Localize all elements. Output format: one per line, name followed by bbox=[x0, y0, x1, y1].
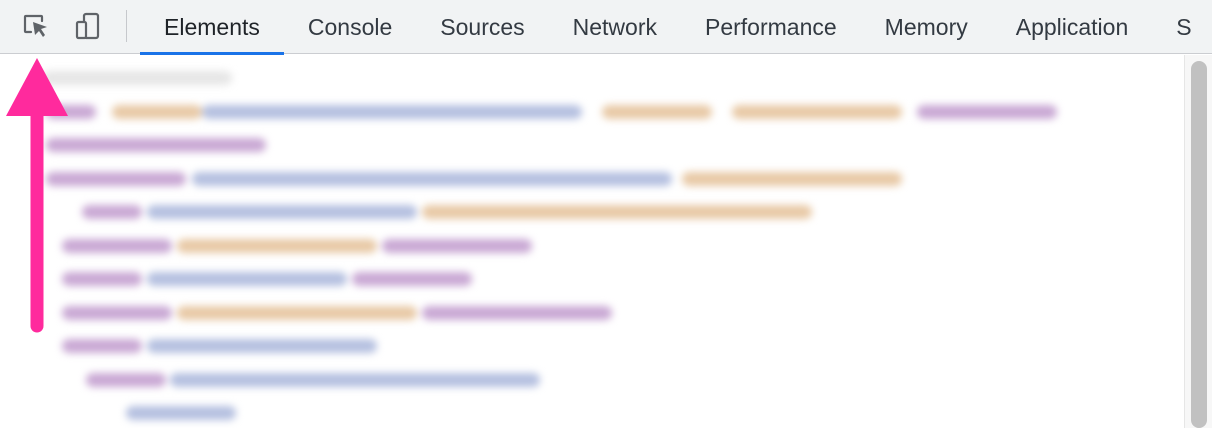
toolbar-divider bbox=[126, 10, 127, 42]
tab-network[interactable]: Network bbox=[549, 0, 681, 54]
select-element-icon bbox=[23, 14, 47, 37]
tree-row bbox=[2, 229, 1182, 263]
tree-row bbox=[2, 95, 1182, 129]
tree-row bbox=[2, 329, 1182, 363]
tab-elements[interactable]: Elements bbox=[140, 0, 284, 55]
tree-row bbox=[2, 162, 1182, 196]
elements-dom-tree[interactable] bbox=[2, 55, 1182, 428]
tree-row bbox=[2, 195, 1182, 229]
tab-sources[interactable]: Sources bbox=[416, 0, 548, 54]
tree-row bbox=[2, 262, 1182, 296]
tab-overflow-partial[interactable]: S bbox=[1152, 0, 1191, 54]
tree-row bbox=[2, 61, 1182, 95]
tree-row bbox=[2, 363, 1182, 397]
devtools-toolbar: Elements Console Sources Network Perform… bbox=[0, 0, 1212, 55]
tab-console[interactable]: Console bbox=[284, 0, 416, 54]
tab-memory[interactable]: Memory bbox=[861, 0, 992, 54]
tree-row bbox=[2, 128, 1182, 162]
inspect-element-button[interactable] bbox=[18, 8, 52, 44]
scrollbar-thumb[interactable] bbox=[1191, 61, 1207, 428]
blurred-dom-tree bbox=[2, 55, 1182, 428]
tab-performance[interactable]: Performance bbox=[681, 0, 861, 54]
device-toolbar-button[interactable] bbox=[72, 8, 106, 44]
panel-tabs: Elements Console Sources Network Perform… bbox=[140, 0, 1192, 55]
tree-row bbox=[2, 296, 1182, 330]
tab-application[interactable]: Application bbox=[992, 0, 1153, 54]
tree-row bbox=[2, 396, 1182, 428]
vertical-scrollbar[interactable] bbox=[1184, 55, 1212, 428]
device-toggle-icon bbox=[75, 12, 100, 40]
